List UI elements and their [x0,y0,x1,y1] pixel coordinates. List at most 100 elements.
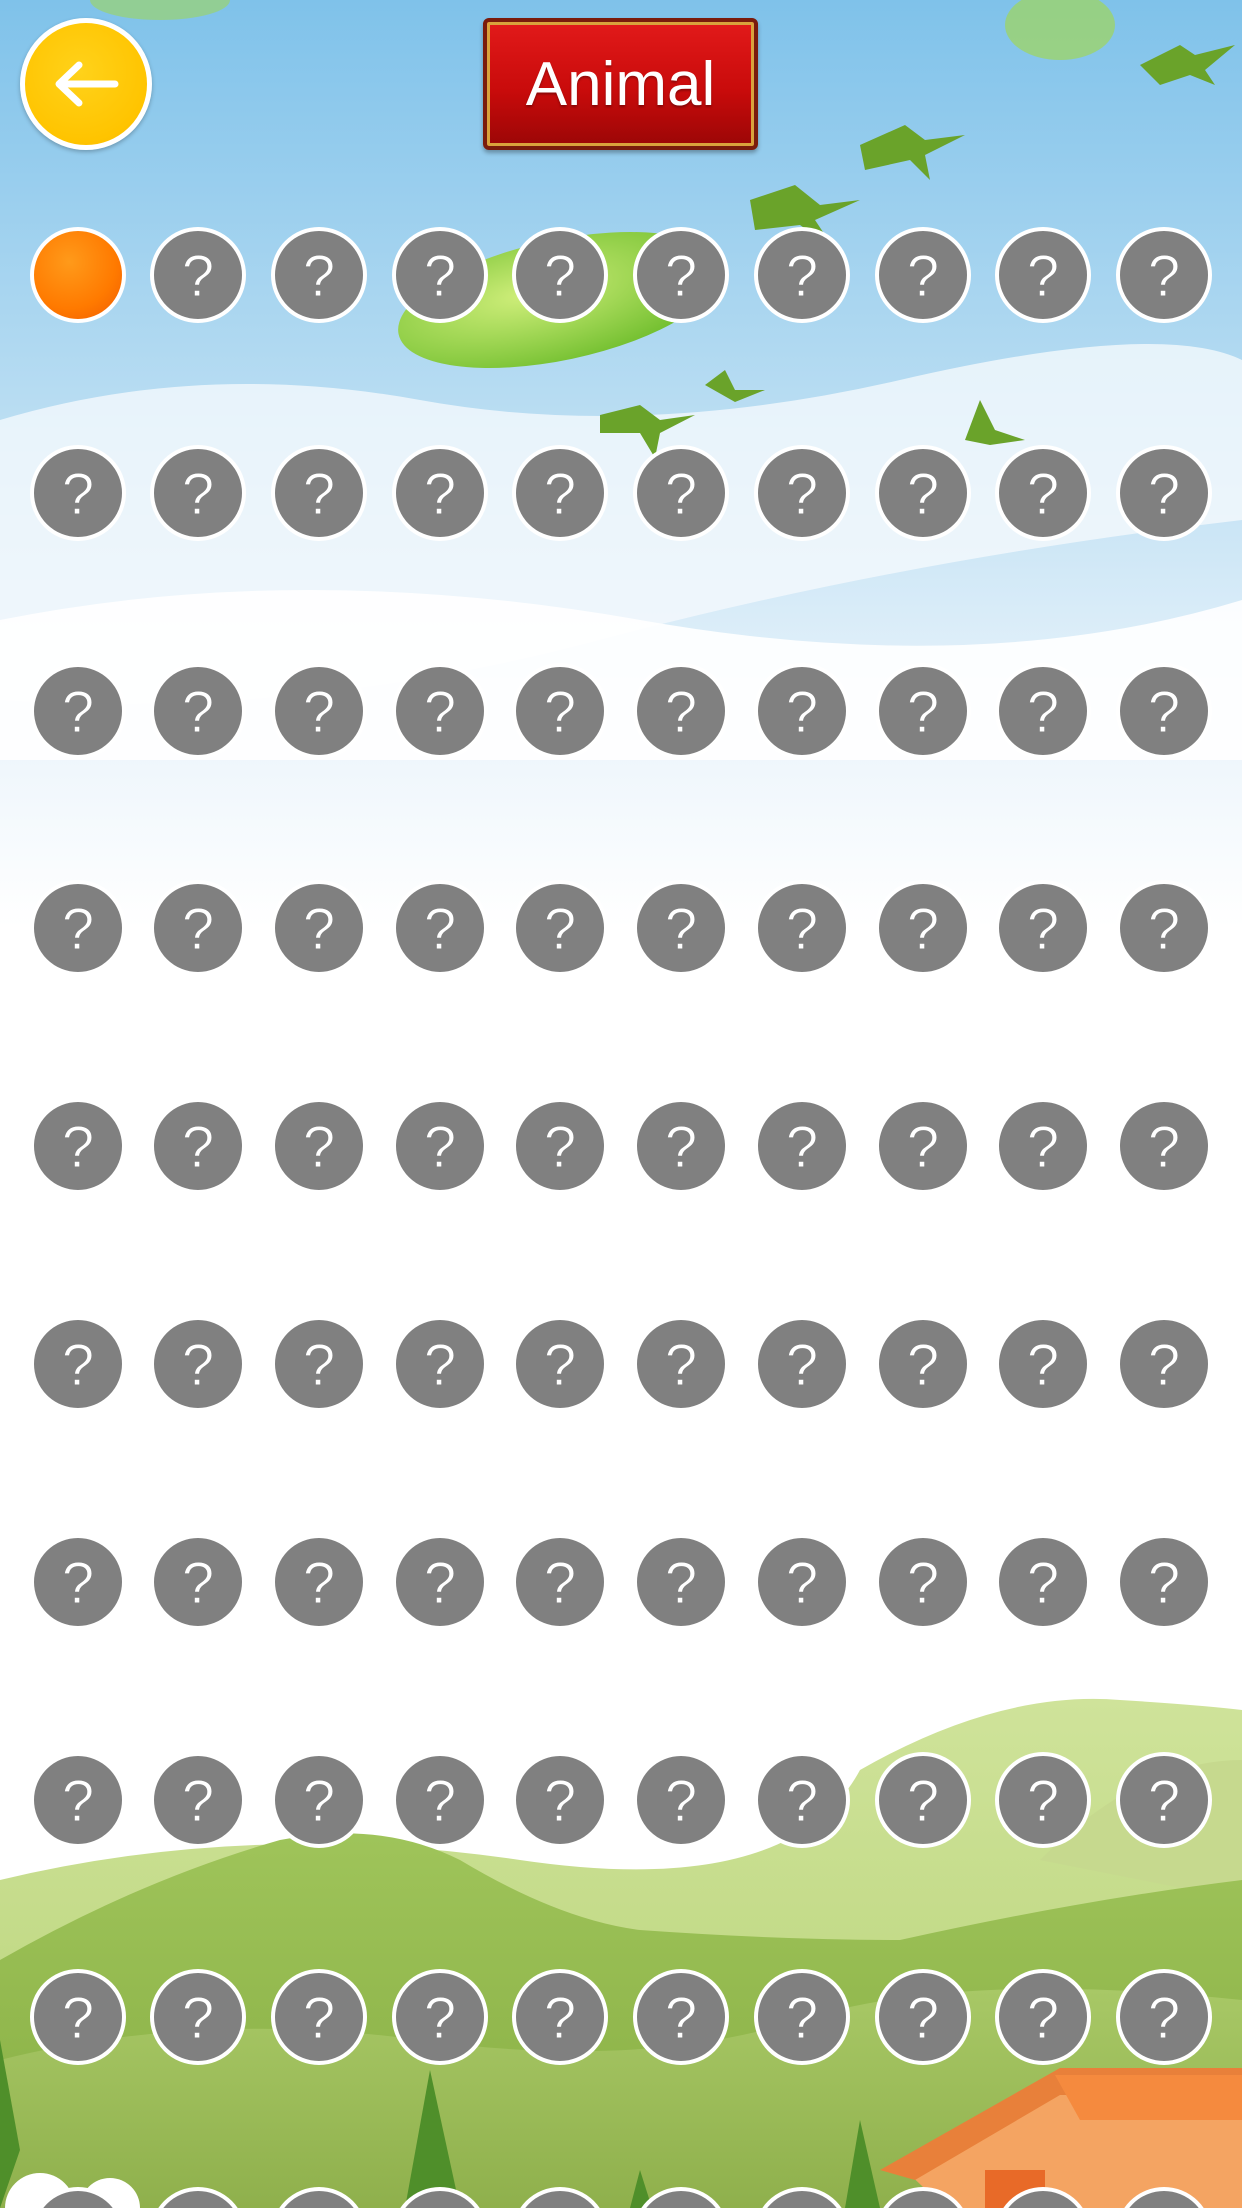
level-locked-button[interactable]: ? [633,1969,729,2065]
level-locked-button[interactable]: ? [30,880,126,976]
level-locked-button[interactable]: ? [1116,227,1212,323]
level-locked-button[interactable]: ? [995,1752,1091,1848]
level-locked-button[interactable]: ? [633,227,729,323]
level-locked-button[interactable]: ? [30,2187,126,2208]
level-locked-button[interactable]: ? [150,445,246,541]
level-locked-button[interactable]: ? [633,880,729,976]
level-locked-button[interactable]: ? [754,1969,850,2065]
level-locked-button[interactable]: ? [150,1752,246,1848]
level-locked-button[interactable]: ? [995,1098,1091,1194]
level-locked-button[interactable]: ? [271,445,367,541]
level-locked-button[interactable]: ? [271,663,367,759]
level-locked-button[interactable]: ? [150,227,246,323]
level-locked-button[interactable]: ? [875,445,971,541]
level-locked-button[interactable]: ? [30,1969,126,2065]
level-locked-button[interactable]: ? [150,1098,246,1194]
level-locked-button[interactable]: ? [512,1534,608,1630]
level-locked-button[interactable]: ? [1116,1098,1212,1194]
level-locked-button[interactable]: ? [995,1969,1091,2065]
level-locked-button[interactable]: ? [754,1752,850,1848]
level-locked-button[interactable]: ? [392,227,488,323]
level-locked-button[interactable]: ? [150,1316,246,1412]
level-locked-button[interactable]: ? [875,1098,971,1194]
level-locked-button[interactable]: ? [754,880,850,976]
level-locked-button[interactable]: ? [512,227,608,323]
level-locked-button[interactable]: ? [512,2187,608,2208]
level-locked-button[interactable]: ? [633,445,729,541]
level-locked-button[interactable]: ? [150,1969,246,2065]
level-locked-button[interactable]: ? [875,663,971,759]
level-locked-button[interactable]: ? [512,880,608,976]
level-locked-button[interactable]: ? [150,880,246,976]
level-locked-button[interactable]: ? [995,2187,1091,2208]
level-locked-button[interactable]: ? [754,227,850,323]
level-current-button[interactable] [30,227,126,323]
level-locked-button[interactable]: ? [1116,880,1212,976]
level-locked-button[interactable]: ? [754,1534,850,1630]
level-locked-button[interactable]: ? [995,227,1091,323]
level-locked-button[interactable]: ? [150,1534,246,1630]
level-locked-button[interactable]: ? [30,1534,126,1630]
level-locked-button[interactable]: ? [1116,1316,1212,1412]
level-locked-button[interactable]: ? [271,1316,367,1412]
level-locked-button[interactable]: ? [1116,1969,1212,2065]
level-locked-button[interactable]: ? [633,1098,729,1194]
level-locked-button[interactable]: ? [995,663,1091,759]
level-locked-button[interactable]: ? [1116,663,1212,759]
level-locked-button[interactable]: ? [392,1752,488,1848]
level-locked-button[interactable]: ? [1116,445,1212,541]
level-locked-button[interactable]: ? [392,1316,488,1412]
level-locked-button[interactable]: ? [633,1534,729,1630]
level-locked-button[interactable]: ? [1116,1752,1212,1848]
level-locked-button[interactable]: ? [633,2187,729,2208]
level-locked-button[interactable]: ? [150,663,246,759]
level-locked-button[interactable]: ? [30,1316,126,1412]
level-locked-button[interactable]: ? [633,663,729,759]
level-locked-button[interactable]: ? [512,445,608,541]
level-locked-button[interactable]: ? [633,1316,729,1412]
level-locked-button[interactable]: ? [875,1316,971,1412]
level-locked-button[interactable]: ? [512,663,608,759]
level-locked-button[interactable]: ? [1116,1534,1212,1630]
level-locked-button[interactable]: ? [512,1098,608,1194]
level-locked-button[interactable]: ? [392,1969,488,2065]
level-locked-button[interactable]: ? [754,1098,850,1194]
level-locked-button[interactable]: ? [754,2187,850,2208]
level-locked-button[interactable]: ? [271,1969,367,2065]
level-locked-button[interactable]: ? [392,1098,488,1194]
level-locked-button[interactable]: ? [30,1098,126,1194]
level-locked-button[interactable]: ? [995,880,1091,976]
level-locked-button[interactable]: ? [392,880,488,976]
level-locked-button[interactable]: ? [633,1752,729,1848]
level-locked-button[interactable]: ? [271,227,367,323]
level-locked-button[interactable]: ? [30,1752,126,1848]
level-locked-button[interactable]: ? [875,227,971,323]
level-locked-button[interactable]: ? [392,445,488,541]
level-locked-button[interactable]: ? [150,2187,246,2208]
level-locked-button[interactable]: ? [875,880,971,976]
level-locked-button[interactable]: ? [30,445,126,541]
level-locked-button[interactable]: ? [271,880,367,976]
level-locked-button[interactable]: ? [512,1969,608,2065]
level-locked-button[interactable]: ? [754,663,850,759]
level-locked-button[interactable]: ? [30,663,126,759]
level-locked-button[interactable]: ? [754,445,850,541]
level-locked-button[interactable]: ? [512,1316,608,1412]
level-locked-button[interactable]: ? [1116,2187,1212,2208]
level-locked-button[interactable]: ? [392,663,488,759]
level-locked-button[interactable]: ? [271,1534,367,1630]
level-locked-button[interactable]: ? [875,1969,971,2065]
level-locked-button[interactable]: ? [875,1534,971,1630]
level-locked-button[interactable]: ? [754,1316,850,1412]
level-locked-button[interactable]: ? [271,1098,367,1194]
level-locked-button[interactable]: ? [392,1534,488,1630]
level-locked-button[interactable]: ? [995,1534,1091,1630]
level-locked-button[interactable]: ? [875,1752,971,1848]
level-locked-button[interactable]: ? [995,1316,1091,1412]
level-locked-button[interactable]: ? [995,445,1091,541]
level-locked-button[interactable]: ? [392,2187,488,2208]
level-locked-button[interactable]: ? [271,1752,367,1848]
level-locked-button[interactable]: ? [512,1752,608,1848]
level-locked-button[interactable]: ? [875,2187,971,2208]
level-locked-button[interactable]: ? [271,2187,367,2208]
